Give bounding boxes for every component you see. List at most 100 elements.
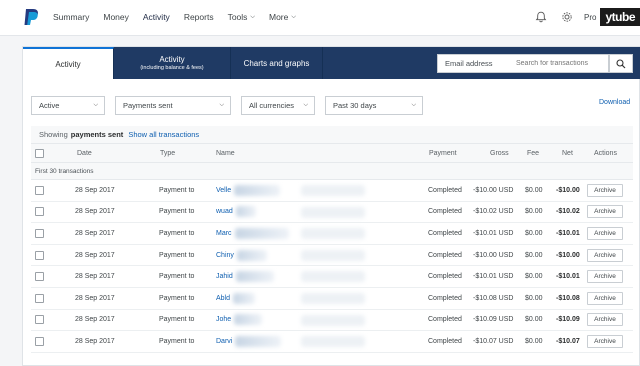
row-name-link[interactable]: Johe (216, 316, 231, 323)
row-type: Payment to (159, 294, 195, 302)
notifications-bell-icon[interactable] (532, 8, 550, 26)
archive-button[interactable]: Archive (587, 205, 623, 219)
archive-button[interactable]: Archive (587, 313, 623, 327)
redacted-name-blur (234, 314, 263, 326)
row-net: -$10.00 (556, 186, 580, 194)
redacted-name-blur (235, 271, 274, 283)
table-row[interactable]: 28 Sep 2017 Payment to Johe Completed -$10.0… (31, 310, 633, 332)
tab-activity-balance-fees[interactable]: Activity (including balance & fees) (114, 47, 231, 79)
status-filter-value: Active (39, 101, 60, 110)
table-row[interactable]: 28 Sep 2017 Payment to Darvi Completed -$10.… (31, 331, 633, 353)
column-date[interactable]: Date (77, 144, 92, 163)
chevron-down-icon: ⌵ (250, 13, 255, 20)
row-name-link[interactable]: Jahid (216, 273, 233, 280)
row-name-link[interactable]: Velle (216, 187, 231, 194)
group-label: First 30 transactions (31, 163, 633, 180)
redacted-blur (301, 206, 365, 218)
table-row[interactable]: 28 Sep 2017 Payment to Marc Completed -$10.0… (31, 223, 633, 245)
chevron-down-icon: ⌵ (291, 13, 296, 20)
row-type: Payment to (159, 229, 195, 237)
table-row[interactable]: 28 Sep 2017 Payment to Velle Completed -$10.… (31, 180, 633, 202)
row-checkbox[interactable] (35, 336, 44, 346)
activity-panel: Activity Activity (including balance & f… (22, 46, 640, 366)
row-payment-status: Completed (428, 229, 462, 237)
row-gross: -$10.07 USD (473, 337, 514, 345)
paypal-logo-icon[interactable] (20, 6, 42, 28)
nav-item-more[interactable]: More ⌵ (262, 12, 303, 22)
row-name-link[interactable]: Abld (216, 295, 230, 302)
tab-label: Activity (159, 55, 185, 64)
type-filter[interactable]: Payments sent ⌵ (115, 96, 231, 115)
table-header: Date Type Name Payment Gross Fee Net Act… (31, 144, 633, 163)
row-name-link[interactable]: wuad (216, 208, 233, 215)
row-checkbox[interactable] (35, 250, 44, 260)
tab-charts-graphs[interactable]: Charts and graphs (231, 47, 323, 79)
nav-item-label: Summary (53, 12, 90, 22)
row-name-link[interactable]: Darvi (216, 338, 232, 345)
select-all-checkbox[interactable] (35, 149, 44, 158)
row-fee: $0.00 (525, 337, 543, 345)
chevron-down-icon: ⌵ (303, 102, 308, 108)
row-payment-status: Completed (428, 273, 462, 281)
table-row[interactable]: 28 Sep 2017 Payment to Abld Completed -$10.0… (31, 288, 633, 310)
archive-button[interactable]: Archive (587, 334, 623, 348)
row-checkbox[interactable] (35, 207, 44, 217)
row-name-link[interactable]: Chiny (216, 252, 234, 259)
row-checkbox[interactable] (35, 272, 44, 282)
row-name-link[interactable]: Marc (216, 230, 232, 237)
row-checkbox[interactable] (35, 315, 44, 325)
nav-item-tools[interactable]: Tools ⌵ (221, 12, 262, 22)
currency-filter[interactable]: All currencies ⌵ (241, 96, 315, 115)
row-fee: $0.00 (525, 251, 543, 259)
row-checkbox[interactable] (35, 185, 44, 195)
showing-summary: Showing payments sent Show all transacti… (31, 126, 633, 144)
showing-filter-name: payments sent (70, 130, 124, 139)
row-checkbox[interactable] (35, 228, 44, 238)
archive-button[interactable]: Archive (587, 248, 623, 262)
row-gross: -$10.01 USD (473, 273, 514, 281)
row-type: Payment to (159, 186, 195, 194)
row-payment-status: Completed (428, 251, 462, 259)
archive-button[interactable]: Archive (587, 226, 623, 240)
row-net: -$10.07 (556, 337, 580, 345)
settings-gear-icon[interactable] (558, 8, 576, 26)
column-payment: Payment (429, 150, 457, 157)
row-gross: -$10.02 USD (473, 208, 514, 216)
profile-label[interactable]: Pro (584, 13, 596, 22)
redacted-name-blur (235, 335, 282, 347)
nav-item-summary[interactable]: Summary (46, 12, 96, 22)
nav-item-label: More (268, 12, 289, 22)
download-link[interactable]: Download (599, 99, 630, 106)
nav-item-reports[interactable]: Reports (177, 12, 221, 22)
row-date: 28 Sep 2017 (75, 186, 115, 194)
period-filter[interactable]: Past 30 days ⌵ (325, 96, 423, 115)
show-all-transactions-link[interactable]: Show all transactions (128, 130, 199, 139)
archive-button[interactable]: Archive (587, 291, 623, 305)
archive-button[interactable]: Archive (587, 183, 623, 197)
row-type: Payment to (159, 251, 195, 259)
nav-item-label: Activity (142, 12, 170, 22)
row-date: 28 Sep 2017 (75, 208, 115, 216)
row-net: -$10.01 (556, 229, 580, 237)
row-date: 28 Sep 2017 (75, 294, 115, 302)
table-row[interactable]: 28 Sep 2017 Payment to Jahid Completed -$10.… (31, 266, 633, 288)
nav-item-money[interactable]: Money (96, 12, 136, 22)
tabs-bar: Activity Activity (including balance & f… (23, 47, 640, 79)
row-net: -$10.08 (556, 294, 580, 302)
row-type: Payment to (159, 273, 195, 281)
nav-item-activity[interactable]: Activity (136, 12, 177, 22)
row-date: 28 Sep 2017 (75, 229, 115, 237)
tab-activity[interactable]: Activity (23, 47, 114, 79)
search-input[interactable] (511, 54, 609, 73)
search-button[interactable] (609, 54, 633, 73)
redacted-name-blur (236, 249, 267, 261)
type-filter-value: Payments sent (123, 101, 173, 110)
status-filter[interactable]: Active ⌵ (31, 96, 105, 115)
table-row[interactable]: 28 Sep 2017 Payment to Chiny Completed -$10.… (31, 245, 633, 267)
tab-label: Charts and graphs (243, 58, 310, 68)
row-fee: $0.00 (525, 208, 543, 216)
table-row[interactable]: 28 Sep 2017 Payment to wuad Completed -$10.0… (31, 202, 633, 224)
row-checkbox[interactable] (35, 293, 44, 303)
archive-button[interactable]: Archive (587, 270, 623, 284)
row-type: Payment to (159, 208, 195, 216)
